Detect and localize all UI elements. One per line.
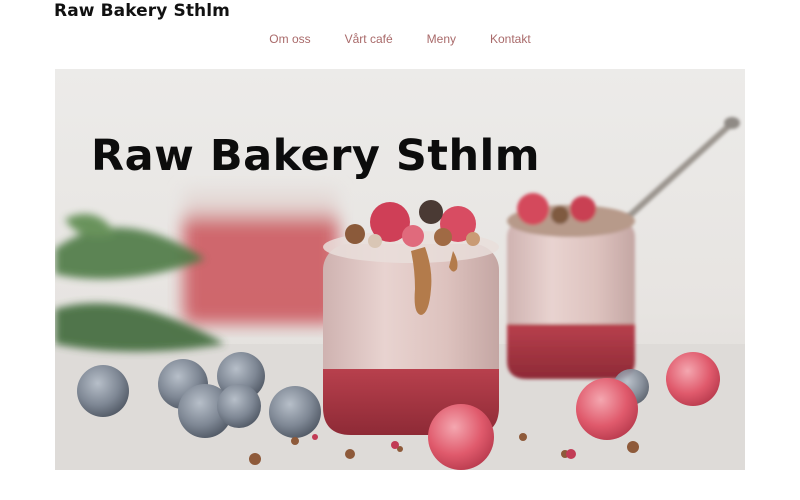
nav-item-kontakt[interactable]: Kontakt bbox=[473, 32, 548, 46]
hero-image bbox=[55, 69, 745, 470]
nav-item-vart-cafe[interactable]: Vårt café bbox=[328, 32, 410, 46]
site-title[interactable]: Raw Bakery Sthlm bbox=[54, 1, 230, 21]
hero-title: Raw Bakery Sthlm bbox=[91, 131, 541, 181]
hero-banner: Raw Bakery Sthlm bbox=[55, 69, 745, 470]
main-nav: Om oss Vårt café Meny Kontakt bbox=[0, 32, 800, 46]
nav-item-om-oss[interactable]: Om oss bbox=[252, 32, 327, 46]
nav-item-meny[interactable]: Meny bbox=[410, 32, 473, 46]
